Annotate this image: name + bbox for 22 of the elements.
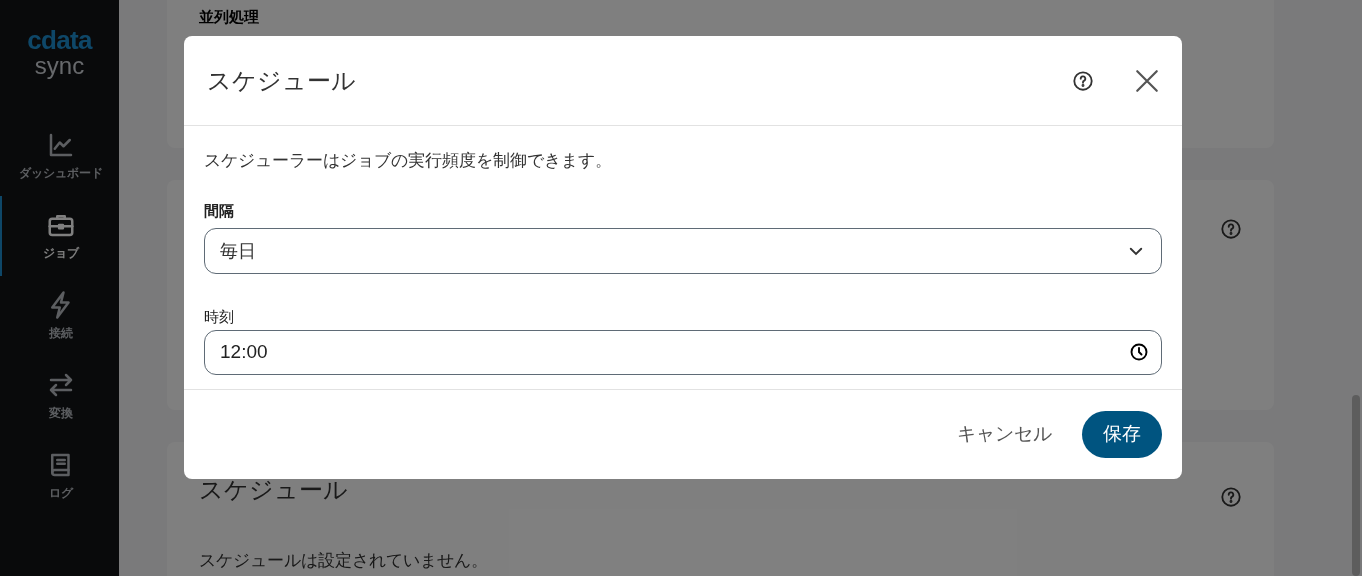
sidebar-item[interactable]: ダッシュボード (0, 116, 119, 196)
sidebar-item[interactable]: ジョブ (0, 196, 119, 276)
clock-icon[interactable] (1129, 342, 1149, 362)
sidebar-item[interactable]: ログ (0, 436, 119, 516)
sidebar-item[interactable]: 接続 (0, 276, 119, 356)
dialog-title: スケジュール (207, 65, 357, 96)
dialog-description: スケジューラーはジョブの実行頻度を制御できます。 (204, 150, 613, 172)
sidebar-item[interactable]: 変換 (0, 356, 119, 436)
section-text: スケジュールは設定されていません。 (199, 550, 489, 572)
section-title: 並列処理 (199, 7, 260, 27)
help-icon[interactable] (1072, 69, 1094, 92)
interval-select[interactable]: 毎日 (204, 228, 1162, 274)
logo-brand: cdata (27, 28, 92, 52)
field-label: 時刻 (204, 307, 235, 327)
close-icon[interactable] (1134, 67, 1160, 94)
save-button[interactable]: 保存 (1082, 411, 1162, 458)
section-title: スケジュール (199, 475, 349, 505)
cancel-button[interactable]: キャンセル (957, 411, 1052, 458)
field-label: 間隔 (204, 200, 235, 221)
logo-product: sync (34, 52, 85, 80)
time-input[interactable]: 12:00 (204, 329, 1162, 375)
scrollbar[interactable] (1352, 395, 1360, 576)
